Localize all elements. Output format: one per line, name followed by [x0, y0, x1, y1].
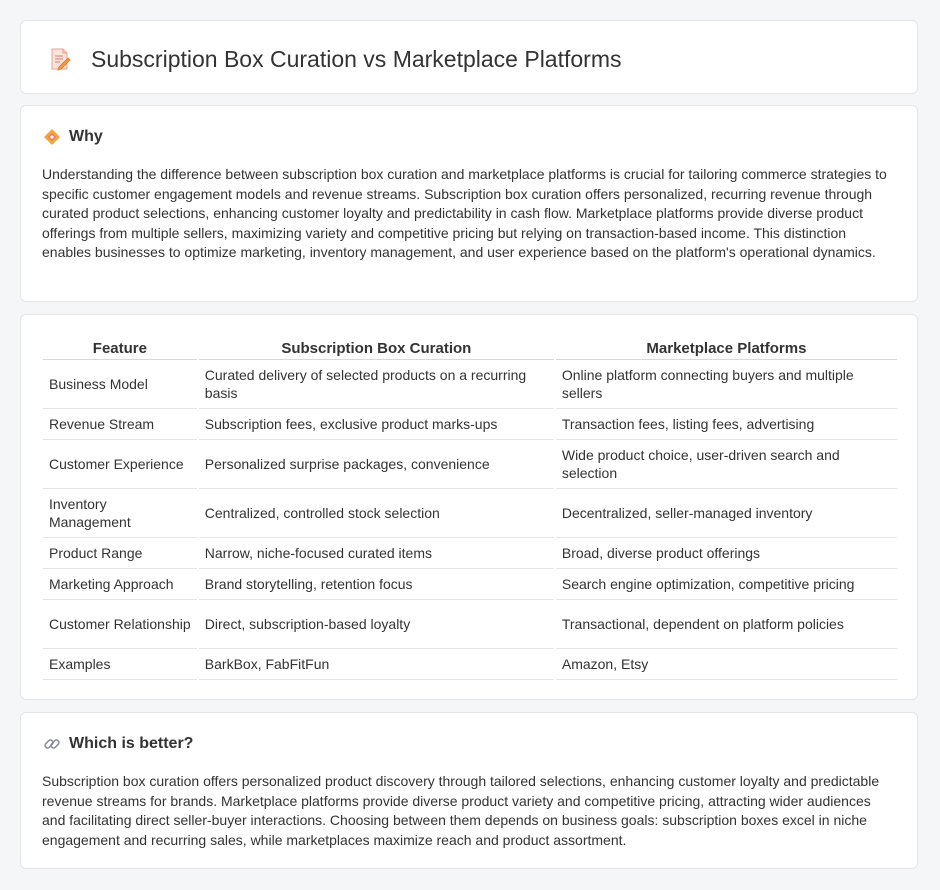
title-card: Subscription Box Curation vs Marketplace… — [20, 20, 918, 94]
table-row: Customer Experience Personalized surpris… — [43, 440, 897, 489]
header-feature: Feature — [43, 335, 197, 360]
why-text: Understanding the difference between sub… — [42, 166, 887, 260]
table-row: Marketing Approach Brand storytelling, r… — [43, 569, 897, 600]
feature-cell: Examples — [43, 649, 197, 680]
feature-cell: Business Model — [43, 360, 197, 409]
marketplace-cell: Decentralized, seller-managed inventory — [555, 489, 897, 538]
marketplace-cell: Transaction fees, listing fees, advertis… — [555, 409, 897, 440]
subscription-cell: Brand storytelling, retention focus — [198, 569, 554, 600]
table-row: Business Model Curated delivery of selec… — [43, 360, 897, 409]
marketplace-cell: Search engine optimization, competitive … — [555, 569, 897, 600]
subscription-cell: Curated delivery of selected products on… — [198, 360, 554, 409]
subscription-cell: BarkBox, FabFitFun — [198, 649, 554, 680]
comparison-section: Feature Subscription Box Curation Market… — [20, 314, 918, 700]
subscription-cell: Personalized surprise packages, convenie… — [198, 440, 554, 489]
which-is-better-section: Which is better? Subscription box curati… — [20, 712, 918, 869]
document-pen-icon — [48, 47, 72, 71]
table-row: Examples BarkBox, FabFitFun Amazon, Etsy — [43, 649, 897, 680]
link-icon — [44, 739, 60, 749]
better-text: Subscription box curation offers persona… — [42, 773, 880, 848]
better-heading: Which is better? — [69, 735, 194, 752]
subscription-cell: Centralized, controlled stock selection — [198, 489, 554, 538]
feature-cell: Revenue Stream — [43, 409, 197, 440]
marketplace-cell: Broad, diverse product offerings — [555, 538, 897, 569]
feature-cell: Product Range — [43, 538, 197, 569]
diamond-icon — [44, 129, 60, 145]
comparison-table: Feature Subscription Box Curation Market… — [41, 335, 899, 680]
table-header-row: Feature Subscription Box Curation Market… — [43, 335, 897, 360]
marketplace-cell: Online platform connecting buyers and mu… — [555, 360, 897, 409]
marketplace-cell: Wide product choice, user-driven search … — [555, 440, 897, 489]
feature-cell: Marketing Approach — [43, 569, 197, 600]
table-row: Revenue Stream Subscription fees, exclus… — [43, 409, 897, 440]
feature-cell: Customer Relationship — [43, 600, 197, 649]
header-subscription-box: Subscription Box Curation — [198, 335, 554, 360]
table-row: Inventory Management Centralized, contro… — [43, 489, 897, 538]
better-heading-row: Which is better? — [43, 733, 193, 755]
subscription-cell: Direct, subscription-based loyalty — [198, 600, 554, 649]
header-marketplace: Marketplace Platforms — [555, 335, 897, 360]
why-section: Why Understanding the difference between… — [20, 105, 918, 302]
why-heading-row: Why — [43, 126, 103, 148]
marketplace-cell: Transactional, dependent on platform pol… — [555, 600, 897, 649]
marketplace-cell: Amazon, Etsy — [555, 649, 897, 680]
subscription-cell: Subscription fees, exclusive product mar… — [198, 409, 554, 440]
table-row: Product Range Narrow, niche-focused cura… — [43, 538, 897, 569]
subscription-cell: Narrow, niche-focused curated items — [198, 538, 554, 569]
feature-cell: Inventory Management — [43, 489, 197, 538]
table-row: Customer Relationship Direct, subscripti… — [43, 600, 897, 649]
feature-cell: Customer Experience — [43, 440, 197, 489]
why-heading: Why — [69, 128, 103, 145]
page-title: Subscription Box Curation vs Marketplace… — [91, 46, 622, 72]
